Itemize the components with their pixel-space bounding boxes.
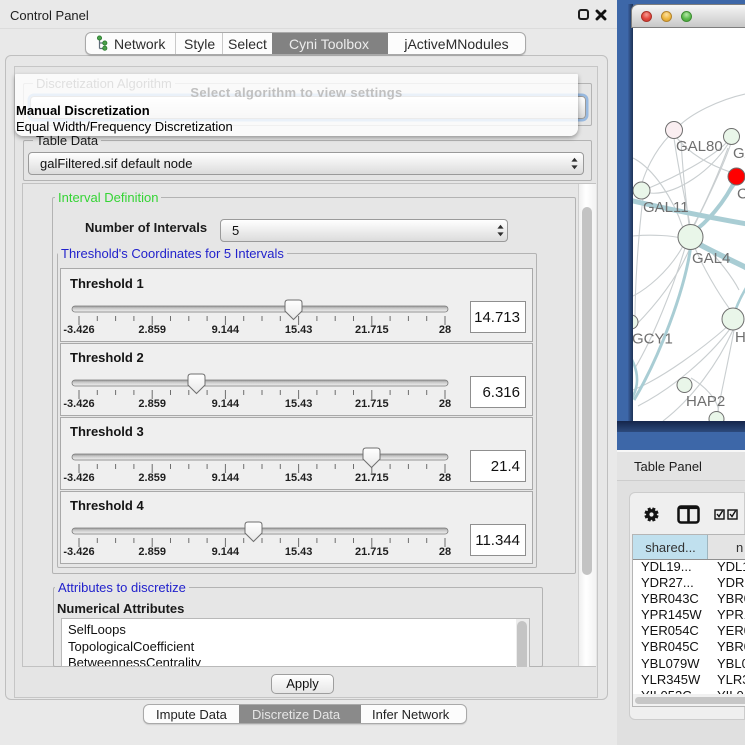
svg-text:15.43: 15.43 <box>285 398 313 410</box>
svg-text:21.715: 21.715 <box>355 546 389 558</box>
svg-text:2.859: 2.859 <box>138 472 166 484</box>
svg-text:HAP2: HAP2 <box>686 393 725 410</box>
svg-text:9.144: 9.144 <box>212 324 240 336</box>
svg-text:15.43: 15.43 <box>285 472 313 484</box>
svg-text:9.144: 9.144 <box>212 546 240 558</box>
svg-text:21.715: 21.715 <box>355 472 389 484</box>
svg-text:H: H <box>735 329 745 346</box>
svg-text:2.859: 2.859 <box>138 398 166 410</box>
svg-text:15.43: 15.43 <box>285 324 313 336</box>
svg-text:9.144: 9.144 <box>212 398 240 410</box>
svg-text:28: 28 <box>439 398 451 410</box>
svg-text:28: 28 <box>439 324 451 336</box>
svg-text:GAL4: GAL4 <box>692 250 730 267</box>
svg-text:-3.426: -3.426 <box>63 472 94 484</box>
svg-text:28: 28 <box>439 546 451 558</box>
svg-text:2.859: 2.859 <box>138 324 166 336</box>
svg-text:28: 28 <box>439 472 451 484</box>
svg-text:9.144: 9.144 <box>212 472 240 484</box>
svg-text:GCY1: GCY1 <box>633 331 673 348</box>
svg-text:GA: GA <box>733 145 745 162</box>
svg-text:-3.426: -3.426 <box>63 546 94 558</box>
svg-text:-3.426: -3.426 <box>63 324 94 336</box>
svg-text:21.715: 21.715 <box>355 398 389 410</box>
svg-text:GAL80: GAL80 <box>676 138 723 155</box>
svg-text:GAL11: GAL11 <box>643 199 689 216</box>
svg-text:21.715: 21.715 <box>355 324 389 336</box>
svg-text:15.43: 15.43 <box>285 546 313 558</box>
svg-text:C: C <box>737 186 745 203</box>
svg-text:-3.426: -3.426 <box>63 398 94 410</box>
svg-text:2.859: 2.859 <box>138 546 166 558</box>
